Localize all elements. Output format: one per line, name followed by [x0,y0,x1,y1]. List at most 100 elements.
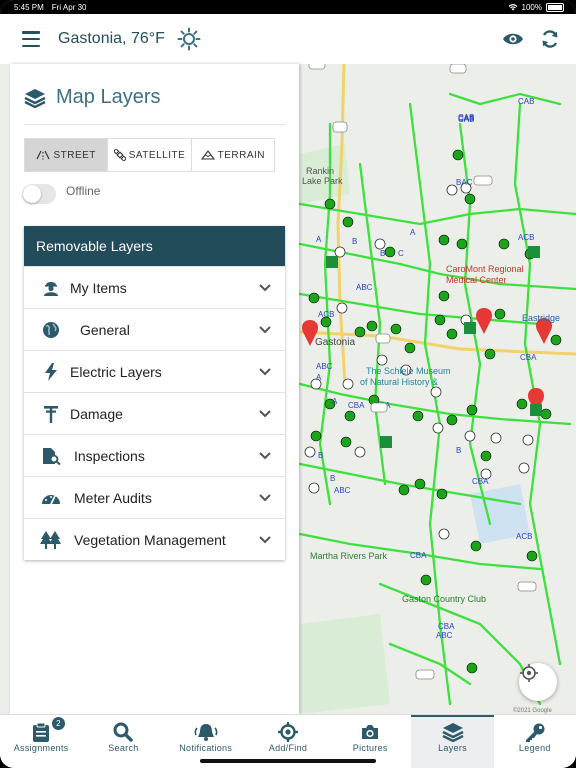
svg-text:B: B [456,446,461,455]
svg-text:CBA: CBA [472,477,489,486]
svg-text:The Schiele Museum: The Schiele Museum [366,366,451,376]
my-location-button[interactable] [519,663,557,701]
weather-sun-icon[interactable] [177,27,201,51]
tab-label: Search [108,743,139,753]
svg-text:BAC: BAC [456,178,473,187]
clipboard-icon [32,721,50,743]
crosshair-icon [520,664,538,682]
svg-text:A: A [410,228,416,237]
svg-text:ACB: ACB [518,233,534,242]
basemap-switcher: STREET SATELLITE TERRAIN [24,138,275,172]
svg-text:Rankin: Rankin [306,166,334,176]
target-icon [277,721,298,743]
svg-text:A: A [316,235,322,244]
svg-text:C: C [398,249,404,258]
layer-row-electric[interactable]: Electric Layers [24,350,285,392]
panel-title-text: Map Layers [56,86,161,108]
refresh-icon[interactable] [540,29,560,49]
tab-legend[interactable]: Legend [494,715,576,768]
battery-percent: 100% [521,2,542,12]
wifi-icon [508,4,517,11]
basemap-terrain-button[interactable]: TERRAIN [192,139,274,171]
tab-label: Legend [518,743,551,753]
status-bar: 5:45 PM Fri Apr 30 100% [0,0,576,14]
layers-icon [442,721,464,743]
trees-icon [38,530,64,549]
tab-label: Notifications [179,743,233,753]
lightning-icon [38,362,64,381]
layer-row-inspections[interactable]: Inspections [24,434,285,476]
top-actions [502,29,560,49]
svg-text:Martha Rivers Park: Martha Rivers Park [310,551,388,561]
chevron-down-icon [259,535,271,543]
svg-text:B: B [330,474,335,483]
svg-text:ACB: ACB [318,310,334,319]
chevron-down-icon [259,367,271,375]
chevron-down-icon [259,283,271,291]
svg-text:ACB: ACB [516,532,532,541]
svg-text:CBA: CBA [438,622,455,631]
globe-icon [38,321,64,339]
chevron-down-icon [259,451,271,459]
layer-row-damage[interactable]: Damage [24,392,285,434]
tab-layers[interactable]: Layers [411,715,494,768]
tab-label: Layers [438,743,467,753]
layer-label: My Items [70,279,127,296]
inspection-doc-icon [38,447,64,465]
offline-row: Offline [22,184,100,204]
road-icon [36,150,50,160]
location-weather: Gastonia, 76°F [58,30,165,48]
basemap-street-button[interactable]: STREET [25,139,109,171]
tab-assignments[interactable]: 2 Assignments [0,715,82,768]
svg-text:Eastridge: Eastridge [522,313,560,323]
basemap-satellite-label: SATELLITE [128,149,186,161]
svg-text:ABC: ABC [436,631,453,640]
svg-text:ABC: ABC [356,283,373,292]
svg-text:CBA: CBA [520,353,537,362]
svg-text:A: A [332,397,338,406]
tab-label: Add/Find [268,743,308,753]
svg-text:B: B [352,237,357,246]
menu-icon[interactable] [22,31,40,47]
layer-row-vegetation[interactable]: Vegetation Management [24,518,285,560]
device-screen: 5:45 PM Fri Apr 30 100% Gastonia, 76°F R… [0,0,576,768]
chevron-down-icon [259,493,271,501]
tab-label: Assignments [13,743,69,753]
layer-row-my-items[interactable]: My Items [24,266,285,308]
svg-text:B: B [380,249,385,258]
temperature: 76°F [130,30,165,47]
mountain-icon [200,150,215,160]
svg-text:CAB: CAB [458,113,474,122]
svg-text:Gaston Country Club: Gaston Country Club [402,594,486,604]
pole-icon [38,405,64,423]
gauge-icon [38,490,64,506]
chevron-down-icon [259,409,271,417]
svg-text:CBA: CBA [348,401,365,410]
status-time: 5:45 PM [14,2,44,12]
layer-label: Vegetation Management [74,531,226,548]
layer-label: Electric Layers [70,363,162,380]
eye-icon[interactable] [502,31,524,47]
svg-text:CaroMont Regional: CaroMont Regional [446,264,524,274]
top-bar: Gastonia, 76°F [0,14,576,65]
basemap-street-label: STREET [53,149,96,161]
svg-text:of Natural History &: of Natural History & [360,377,438,387]
layer-row-meter-audits[interactable]: Meter Audits [24,476,285,518]
status-right: 100% [508,2,564,12]
chevron-down-icon [259,325,271,333]
layer-row-general[interactable]: General [24,308,285,350]
divider [24,124,286,125]
tab-search[interactable]: Search [82,715,164,768]
layer-label: Inspections [74,447,145,464]
map-layers-panel: Map Layers STREET SATELLITE TERRAIN Offl… [10,64,299,714]
svg-text:Gastonia: Gastonia [315,337,355,348]
offline-toggle[interactable] [22,184,56,204]
layers-stack-icon [24,88,46,108]
camera-icon [360,721,380,743]
home-indicator[interactable] [200,759,376,763]
location-name: Gastonia, [58,30,127,47]
svg-text:A: A [316,373,322,382]
basemap-satellite-button[interactable]: SATELLITE [108,139,192,171]
svg-text:ABC: ABC [316,362,333,371]
assignments-badge: 2 [52,717,65,730]
